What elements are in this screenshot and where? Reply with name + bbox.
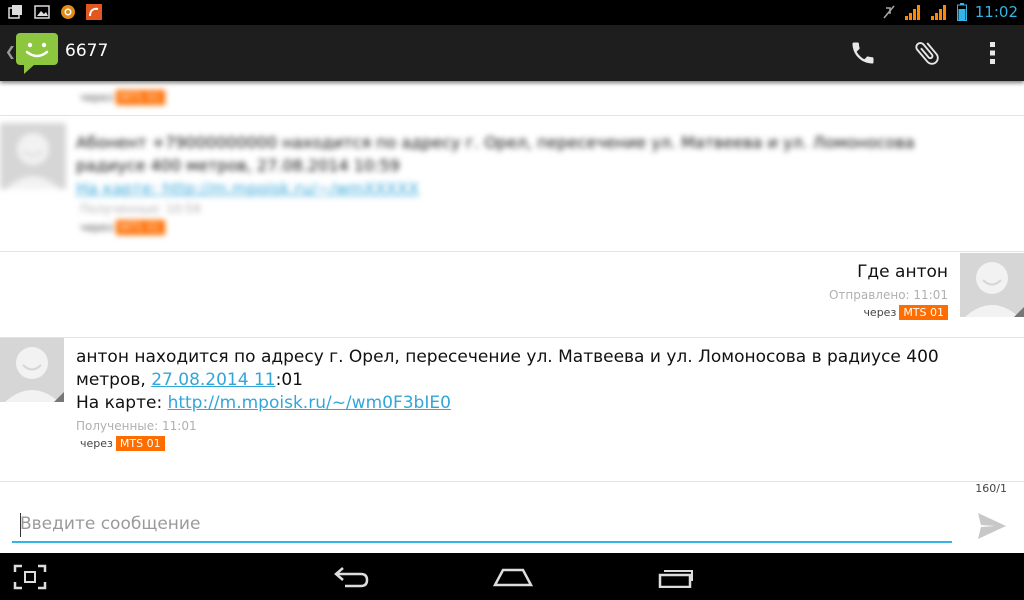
signal-strength-icon xyxy=(904,5,920,20)
battery-icon xyxy=(956,3,967,21)
message-timestamp: Отправлено: 11:01 xyxy=(828,288,948,302)
screenshot-icon xyxy=(13,564,47,590)
home-icon xyxy=(493,568,533,587)
message-line: метров, 27.08.2014 11:01 xyxy=(76,369,976,392)
via-sim-label: через MTS 01 xyxy=(80,90,165,105)
message-body: Абонент +79000000000 находится по адресу… xyxy=(76,131,996,200)
person-placeholder-icon xyxy=(960,253,1024,317)
sim-badge: MTS 01 xyxy=(115,436,165,451)
recent-apps-icon xyxy=(658,570,693,588)
attach-button[interactable] xyxy=(907,35,947,71)
message-body: антон находится по адресу г. Орел, перес… xyxy=(76,346,976,415)
via-text: через xyxy=(80,91,113,104)
via-sim-label: через MTS 01 xyxy=(80,220,165,235)
message-line: На карте: http://m.mpoisk.ru/~/wm0F3bIE0 xyxy=(76,392,976,415)
message-line: антон находится по адресу г. Орел, перес… xyxy=(76,347,939,367)
sim-badge: MTS 01 xyxy=(899,305,948,320)
message-text: :01 xyxy=(275,370,303,390)
character-counter: 160/1 xyxy=(975,482,1007,495)
more-vert-icon xyxy=(990,42,995,64)
contact-avatar xyxy=(0,338,64,402)
call-button[interactable] xyxy=(843,35,883,71)
divider xyxy=(0,115,1024,116)
via-text: через xyxy=(863,306,897,319)
messaging-app-icon[interactable] xyxy=(14,31,60,75)
message-list[interactable]: через MTS 01 Абонент +79000000000 находи… xyxy=(0,81,1024,481)
phone-icon xyxy=(852,42,874,64)
notification-icons xyxy=(8,4,102,20)
send-button[interactable] xyxy=(972,508,1012,544)
map-url-link[interactable]: http://m.mpoisk.ru/~/wm0F3bIE0 xyxy=(168,393,451,413)
status-clock: 11:02 xyxy=(974,3,1018,21)
message-input[interactable] xyxy=(12,507,952,543)
message-text: метров, xyxy=(76,370,152,390)
divider xyxy=(0,251,1024,252)
app-notification-icon xyxy=(61,5,75,19)
message-body: Где антон xyxy=(857,262,948,282)
signal-strength-2-icon xyxy=(930,5,946,20)
map-label: На карте: xyxy=(76,393,168,413)
conversation-title: 6677 xyxy=(65,41,109,61)
message-timestamp: Полученные: 11:01 xyxy=(76,419,197,433)
text-cursor xyxy=(20,513,21,537)
compose-bar: 160/1 xyxy=(0,481,1024,554)
back-arrow-icon xyxy=(334,567,369,588)
navigation-bar xyxy=(0,553,1024,600)
vibrate-mute-icon xyxy=(883,5,895,19)
home-button[interactable] xyxy=(492,559,534,595)
sim-badge: MTS 01 xyxy=(115,90,165,105)
action-bar: ❮ 6677 xyxy=(0,25,1024,81)
person-placeholder-icon xyxy=(0,123,66,189)
via-sim-label: через MTS 01 xyxy=(80,436,165,451)
recent-apps-button[interactable] xyxy=(656,559,696,595)
message-link: На карте: http://m.mpoisk.ru/~/wmXXXXX xyxy=(76,179,419,198)
orange-app-icon xyxy=(86,4,102,20)
via-text: через xyxy=(80,437,113,450)
person-placeholder-icon xyxy=(0,338,64,402)
gallery-stack-icon xyxy=(8,5,22,19)
sim-badge: MTS 01 xyxy=(115,220,165,235)
status-bar: 11:02 xyxy=(0,0,1024,25)
date-link[interactable]: 27.08.2014 11 xyxy=(151,370,275,390)
via-text: через xyxy=(80,221,113,234)
self-avatar xyxy=(960,253,1024,317)
screenshot-button[interactable] xyxy=(10,559,50,595)
message-line: Абонент +79000000000 находится по адресу… xyxy=(76,133,915,152)
message-line: радиусе 400 метров, 27.08.2014 10:59 xyxy=(76,156,400,175)
image-icon xyxy=(34,5,50,19)
send-arrow-icon xyxy=(978,513,1006,539)
paperclip-icon xyxy=(915,42,939,65)
message-timestamp: Полученные: 10:59 xyxy=(80,202,201,216)
divider xyxy=(0,337,1024,338)
overflow-menu-button[interactable] xyxy=(972,35,1012,71)
contact-avatar xyxy=(0,123,66,189)
back-button[interactable] xyxy=(330,559,374,595)
via-sim-label: через MTS 01 xyxy=(863,305,948,320)
system-status: 11:02 xyxy=(881,3,1018,21)
